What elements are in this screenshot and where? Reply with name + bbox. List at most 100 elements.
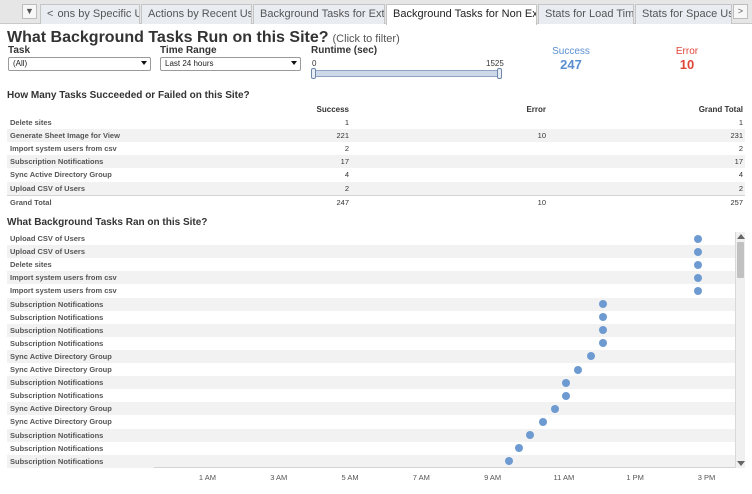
success-kpi-value[interactable]: 247 [541, 57, 601, 72]
tab-label: Stats for Space Usage [642, 8, 731, 20]
runtime-slider-max-handle[interactable] [497, 68, 502, 79]
task-point[interactable] [550, 404, 559, 413]
chart-vertical-scrollbar[interactable] [735, 232, 745, 468]
task-point[interactable] [693, 273, 702, 282]
column-header-error: Error [526, 105, 546, 114]
chart-row-label: Subscription Notifications [10, 391, 104, 401]
task-point[interactable] [561, 378, 570, 387]
runtime-slider-min-handle[interactable] [311, 68, 316, 79]
chart-row-label: Subscription Notifications [10, 430, 104, 440]
cell-grand-total: 231 [730, 131, 743, 141]
tab-background-tasks-for-extracts[interactable]: Background Tasks for Extracts [253, 4, 385, 24]
sheet-tab-bar: ▼ < ons by Specific User Actions by Recen… [0, 0, 752, 25]
page-title-text: What Background Tasks Run on this Site? [7, 29, 329, 46]
table-row[interactable]: Generate Sheet Image for View 221 10 231 [7, 129, 745, 143]
x-tick-label: 9 AM [484, 473, 502, 482]
task-point[interactable] [561, 391, 570, 400]
chart-row[interactable]: Subscription Notifications [7, 428, 735, 442]
cell-error[interactable]: 10 [506, 131, 546, 140]
tab-label: Stats for Load Times [545, 8, 634, 20]
task-point[interactable] [574, 365, 583, 374]
chart-row-label: Upload CSV of Users [10, 247, 86, 257]
chart-row[interactable]: Sync Active Directory Group [7, 402, 735, 416]
column-header-grand-total: Grand Total [698, 105, 743, 114]
chart-row-label: Import system users from csv [10, 273, 117, 283]
task-point[interactable] [693, 247, 702, 256]
x-tick-label: 3 AM [270, 473, 288, 482]
runtime-slider-track[interactable] [313, 70, 501, 77]
tab-background-tasks-for-non-extracts[interactable]: Background Tasks for Non Extracts [386, 4, 537, 25]
chart-row[interactable]: Subscription Notifications [7, 454, 735, 468]
row-header: Generate Sheet Image for View [10, 131, 120, 141]
success-kpi-label: Success [552, 46, 590, 57]
click-to-filter-hint: (Click to filter) [332, 33, 400, 45]
table-row[interactable]: Sync Active Directory Group 4 4 [7, 168, 745, 181]
chart-row-label: Delete sites [10, 260, 52, 270]
task-filter-label: Task [8, 45, 31, 56]
table-row[interactable]: Delete sites 1 1 [7, 116, 745, 129]
chart-row[interactable]: Upload CSV of Users [7, 232, 735, 245]
tab-prev-icon[interactable]: < [47, 8, 53, 20]
cell-grand-total: 2 [738, 183, 743, 193]
x-tick-label: 7 AM [412, 473, 430, 482]
chart-row[interactable]: Delete sites [7, 258, 735, 271]
cell-grand-total: 257 [730, 197, 743, 207]
cell-success[interactable]: 17 [309, 157, 349, 166]
chart-row[interactable]: Subscription Notifications [7, 311, 735, 324]
tab-stats-for-space-usage[interactable]: Stats for Space Usage [635, 4, 732, 24]
tab-actions-by-recent-users[interactable]: Actions by Recent Users [141, 4, 252, 24]
chart-row-label: Import system users from csv [10, 286, 117, 296]
chart-row[interactable]: Sync Active Directory Group [7, 363, 735, 376]
tab-overflow-button[interactable]: ▼ [22, 4, 37, 19]
cell-success[interactable]: 2 [309, 184, 349, 193]
time-range-dropdown[interactable]: Last 24 hours [160, 57, 301, 71]
tab-label: Actions by Recent Users [148, 8, 252, 20]
chart-row[interactable]: Subscription Notifications [7, 297, 735, 311]
time-range-label: Time Range [160, 45, 217, 56]
error-kpi-value[interactable]: 10 [657, 57, 717, 72]
error-kpi-label: Error [675, 46, 699, 57]
task-point[interactable] [538, 417, 547, 426]
cell-success[interactable]: 4 [309, 170, 349, 179]
chart-row[interactable]: Import system users from csv [7, 284, 735, 297]
chevron-down-icon [141, 61, 147, 65]
cell-success[interactable]: 2 [309, 144, 349, 153]
chart-row[interactable]: Subscription Notifications [7, 442, 735, 455]
tab-stats-for-load-times[interactable]: Stats for Load Times [538, 4, 634, 24]
task-point[interactable] [693, 234, 702, 243]
table-row[interactable]: Subscription Notifications 17 17 [7, 155, 745, 169]
time-range-value: Last 24 hours [165, 59, 214, 68]
cell-success[interactable]: 221 [309, 131, 349, 140]
cell-error[interactable]: 10 [506, 198, 546, 207]
chart-row[interactable]: Sync Active Directory Group [7, 349, 735, 363]
scroll-thumb[interactable] [737, 242, 744, 278]
chart-row[interactable]: Subscription Notifications [7, 389, 735, 402]
chart-row[interactable]: Subscription Notifications [7, 376, 735, 390]
runtime-label: Runtime (sec) [311, 45, 378, 56]
x-tick-label: 11 AM [553, 473, 575, 482]
chart-row[interactable]: Subscription Notifications [7, 323, 735, 337]
row-header: Grand Total [10, 197, 52, 207]
tab-label: Background Tasks for Extracts [260, 8, 385, 20]
cell-success[interactable]: 1 [309, 118, 349, 127]
cell-success[interactable]: 247 [309, 198, 349, 207]
task-point[interactable] [504, 457, 513, 466]
chevron-down-icon [291, 61, 297, 65]
tab-next-button[interactable]: > [733, 4, 748, 19]
tab-actions-by-specific-user[interactable]: < ons by Specific User [40, 4, 140, 24]
task-point[interactable] [693, 286, 702, 295]
scroll-up-icon[interactable] [737, 234, 745, 239]
table-row[interactable]: Import system users from csv 2 2 [7, 142, 745, 155]
chart-row-label: Upload CSV of Users [10, 234, 86, 243]
table-row[interactable]: Upload CSV of Users 2 2 [7, 181, 745, 195]
task-point[interactable] [693, 260, 702, 269]
task-filter-dropdown[interactable]: (All) [8, 57, 151, 71]
chart-row[interactable]: Sync Active Directory Group [7, 415, 735, 428]
table-row[interactable]: Grand Total 247 10 257 [7, 194, 745, 208]
chart-row[interactable]: Upload CSV of Users [7, 245, 735, 259]
chart-title: What Background Tasks Ran on this Site? [7, 217, 208, 228]
chart-row[interactable]: Import system users from csv [7, 271, 735, 285]
task-point[interactable] [526, 431, 535, 439]
chart-row[interactable]: Subscription Notifications [7, 337, 735, 350]
scroll-down-icon[interactable] [737, 461, 745, 466]
